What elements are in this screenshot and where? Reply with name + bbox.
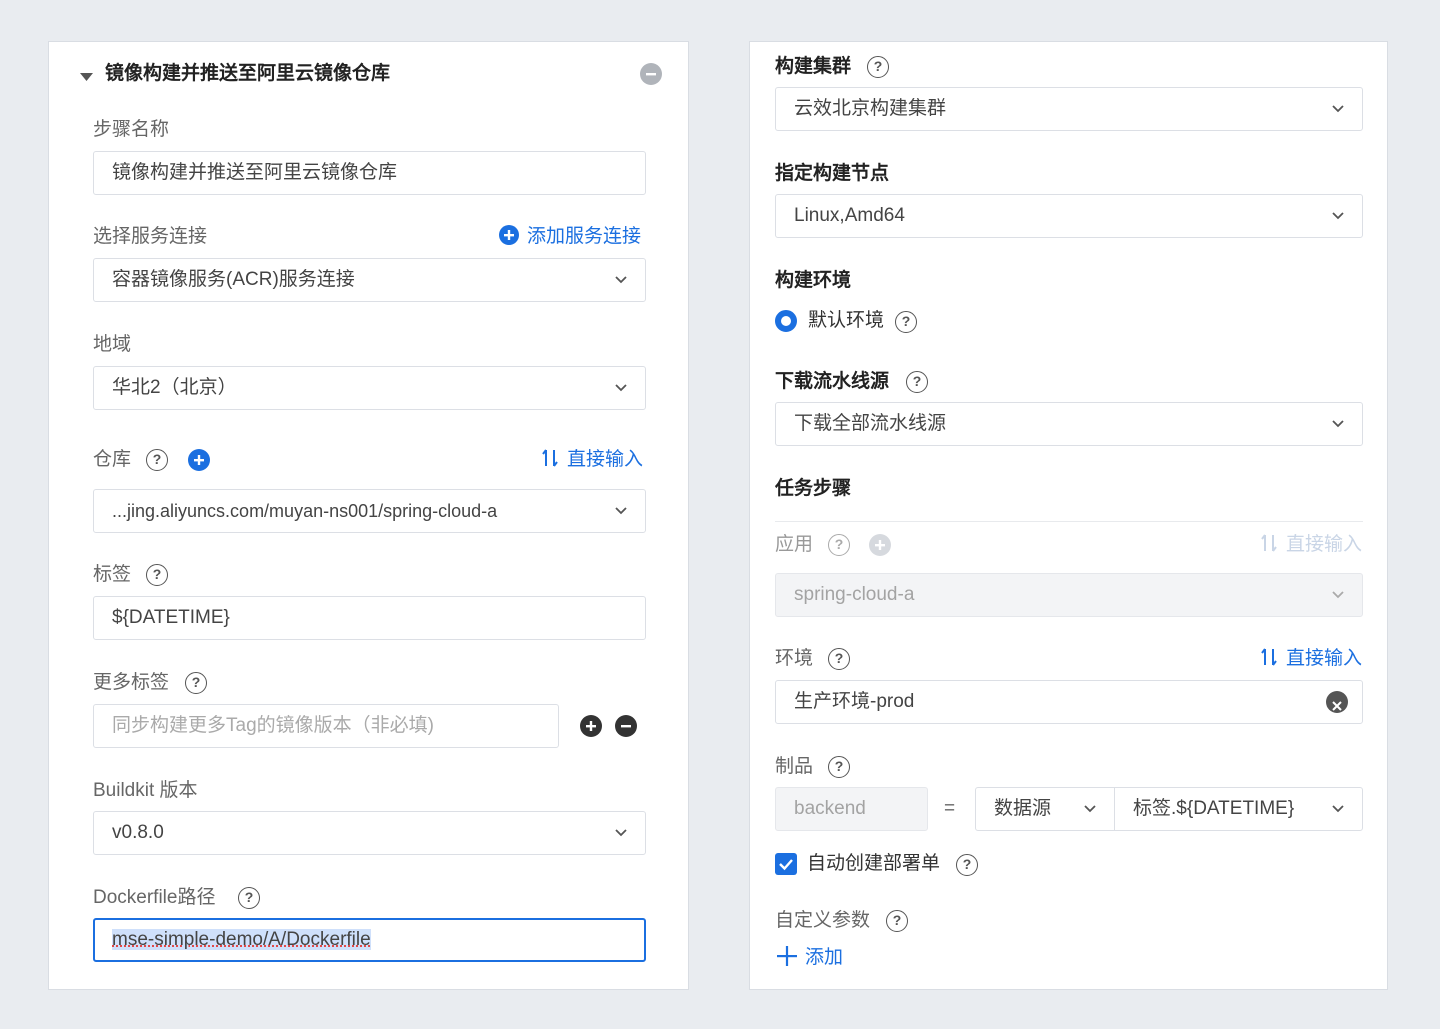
plus-circle-icon — [499, 225, 519, 245]
help-icon[interactable]: ? — [828, 756, 850, 778]
add-param-button[interactable]: 添加 — [777, 946, 843, 970]
application-select: spring-cloud-a — [775, 573, 1363, 617]
chevron-down-icon — [1332, 103, 1344, 115]
repository-label: 仓库 — [93, 449, 132, 470]
build-config-panel: 构建集群 ? 云效北京构建集群 指定构建节点 Linux,Amd64 构建环境 … — [749, 41, 1388, 990]
build-node-select[interactable]: Linux,Amd64 — [775, 194, 1363, 238]
environment-label: 环境 — [775, 648, 814, 669]
chevron-down-icon — [1332, 803, 1344, 815]
service-connection-label: 选择服务连接 — [93, 226, 208, 247]
dockerfile-input[interactable]: mse-simple-demo/A/Dockerfile — [93, 918, 646, 962]
switch-icon — [1261, 648, 1277, 666]
add-application-icon — [869, 534, 891, 556]
chevron-down-icon — [615, 382, 627, 394]
tag-label: 标签 — [93, 564, 132, 585]
environment-direct-input-label: 直接输入 — [1286, 648, 1363, 669]
download-source-select[interactable]: 下载全部流水线源 — [775, 402, 1363, 446]
environment-select[interactable]: 生产环境-prod — [775, 680, 1363, 724]
add-service-connection-link[interactable]: 添加服务连接 — [499, 225, 641, 249]
service-connection-value: 容器镜像服务(ACR)服务连接 — [112, 269, 355, 290]
application-direct-input-link: 直接输入 — [1260, 533, 1362, 557]
artifact-label: 制品 — [775, 756, 814, 777]
help-icon: ? — [828, 534, 850, 556]
build-node-label: 指定构建节点 — [775, 163, 890, 184]
help-icon[interactable]: ? — [886, 910, 908, 932]
build-env-label: 构建环境 — [775, 270, 852, 291]
buildkit-select[interactable]: v0.8.0 — [93, 811, 646, 855]
chevron-down-icon — [615, 827, 627, 839]
environment-direct-input-link[interactable]: 直接输入 — [1260, 647, 1362, 671]
auto-create-label: 自动创建部署单 — [807, 853, 941, 874]
add-param-label: 添加 — [805, 947, 844, 968]
task-steps-label: 任务步骤 — [775, 478, 852, 499]
help-icon[interactable]: ? — [867, 56, 889, 78]
build-cluster-label: 构建集群 — [775, 56, 852, 77]
plus-icon — [777, 946, 797, 966]
chevron-down-icon — [1332, 418, 1344, 430]
remove-tag-icon[interactable] — [615, 715, 637, 737]
custom-params-label: 自定义参数 — [775, 910, 871, 931]
section-title: 镜像构建并推送至阿里云镜像仓库 — [105, 63, 391, 84]
download-source-label: 下载流水线源 — [775, 371, 890, 392]
region-select[interactable]: 华北2（北京） — [93, 366, 646, 410]
add-repository-icon[interactable] — [188, 449, 210, 471]
artifact-source-select[interactable]: 数据源 — [975, 787, 1115, 831]
switch-icon — [1261, 534, 1277, 552]
artifact-name-input: backend — [775, 787, 928, 831]
dockerfile-label: Dockerfile路径 — [93, 887, 216, 908]
add-tag-icon[interactable] — [580, 715, 602, 737]
region-label: 地域 — [93, 334, 132, 355]
application-label: 应用 — [775, 534, 814, 555]
help-icon[interactable]: ? — [238, 887, 260, 909]
remove-step-icon[interactable] — [640, 63, 662, 85]
repository-direct-input-link[interactable]: 直接输入 — [541, 448, 643, 472]
application-value: spring-cloud-a — [794, 584, 915, 605]
default-env-radio[interactable] — [775, 310, 797, 332]
divider — [775, 521, 1363, 522]
switch-icon — [542, 449, 558, 467]
chevron-down-icon — [615, 505, 627, 517]
download-source-value: 下载全部流水线源 — [794, 413, 947, 434]
help-icon[interactable]: ? — [146, 449, 168, 471]
artifact-tag-value: 标签.${DATETIME} — [1133, 798, 1295, 819]
help-icon[interactable]: ? — [828, 648, 850, 670]
buildkit-label: Buildkit 版本 — [93, 780, 198, 801]
step-name-label: 步骤名称 — [93, 119, 170, 140]
auto-create-checkbox[interactable] — [775, 853, 797, 875]
default-env-label: 默认环境 — [808, 310, 885, 331]
environment-value: 生产环境-prod — [794, 691, 915, 712]
chevron-down-icon — [615, 274, 627, 286]
artifact-source-value: 数据源 — [994, 798, 1052, 819]
application-direct-input-label: 直接输入 — [1286, 534, 1363, 555]
chevron-down-icon — [1332, 589, 1344, 601]
artifact-tag-select[interactable]: 标签.${DATETIME} — [1114, 787, 1363, 831]
help-icon[interactable]: ? — [895, 311, 917, 333]
help-icon[interactable]: ? — [185, 672, 207, 694]
service-connection-select[interactable]: 容器镜像服务(ACR)服务连接 — [93, 258, 646, 302]
collapse-caret-icon[interactable] — [80, 69, 93, 87]
add-service-connection-label: 添加服务连接 — [527, 226, 642, 247]
more-tags-input[interactable]: 同步构建更多Tag的镜像版本（非必填) — [93, 704, 559, 748]
dockerfile-value: mse-simple-demo/A/Dockerfile — [112, 929, 371, 950]
buildkit-value: v0.8.0 — [112, 822, 164, 843]
build-node-value: Linux,Amd64 — [794, 205, 905, 226]
help-icon[interactable]: ? — [906, 371, 928, 393]
help-icon[interactable]: ? — [956, 854, 978, 876]
chevron-down-icon — [1084, 803, 1096, 815]
region-value: 华北2（北京） — [112, 377, 237, 398]
equals-sign: = — [944, 798, 956, 819]
clear-icon[interactable] — [1326, 691, 1348, 713]
chevron-down-icon — [1332, 210, 1344, 222]
build-cluster-select[interactable]: 云效北京构建集群 — [775, 87, 1363, 131]
help-icon[interactable]: ? — [146, 564, 168, 586]
repository-direct-input-label: 直接输入 — [567, 449, 644, 470]
repository-value: ...jing.aliyuncs.com/muyan-ns001/spring-… — [112, 501, 498, 521]
more-tags-label: 更多标签 — [93, 672, 170, 693]
tag-input[interactable]: ${DATETIME} — [93, 596, 646, 640]
step-name-input[interactable]: 镜像构建并推送至阿里云镜像仓库 — [93, 151, 646, 195]
step-config-panel: 镜像构建并推送至阿里云镜像仓库 步骤名称 镜像构建并推送至阿里云镜像仓库 选择服… — [48, 41, 689, 990]
build-cluster-value: 云效北京构建集群 — [794, 98, 947, 119]
repository-select[interactable]: ...jing.aliyuncs.com/muyan-ns001/spring-… — [93, 489, 646, 533]
